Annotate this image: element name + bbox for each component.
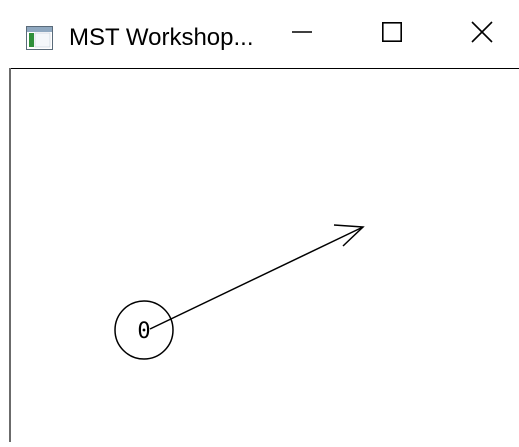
minimize-icon	[292, 22, 312, 47]
edge-line	[149, 226, 364, 330]
maximize-button[interactable]	[362, 0, 422, 68]
drawing-canvas[interactable]: 0	[13, 70, 519, 442]
window-title: MST Workshop...	[69, 24, 254, 51]
window-left-border	[0, 68, 11, 442]
close-icon	[471, 20, 493, 48]
maximize-icon	[382, 21, 402, 47]
graph-node[interactable]: 0	[114, 300, 174, 360]
close-button[interactable]	[452, 0, 512, 68]
node-label: 0	[137, 319, 150, 344]
application-window: MST Workshop... 0	[0, 0, 519, 442]
arrow-head-icon	[333, 224, 365, 247]
title-bar[interactable]: MST Workshop...	[0, 0, 519, 69]
directed-edge[interactable]	[149, 224, 365, 330]
app-window-icon[interactable]	[26, 26, 53, 50]
minimize-button[interactable]	[272, 0, 332, 68]
